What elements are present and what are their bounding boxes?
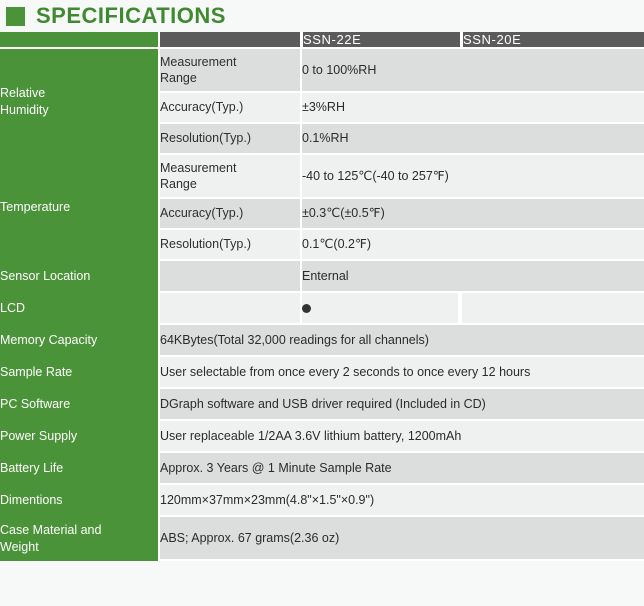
sublabel-line-2: Range xyxy=(160,177,197,191)
row-sublabel-sensor-location xyxy=(158,261,300,293)
row-value-power-supply: User replaceable 1/2AA 3.6V lithium batt… xyxy=(158,421,644,453)
row-label-line-2: Humidity xyxy=(0,102,49,117)
row-sublabel-rh-measurement-range: Measurement Range xyxy=(158,49,300,93)
header-model-ssn-22e: SSN-22E xyxy=(300,32,460,49)
green-square-icon xyxy=(6,6,25,26)
row-label-power-supply: Power Supply xyxy=(0,421,158,453)
sublabel-line-1: Measurement xyxy=(160,54,237,69)
row-label-lcd: LCD xyxy=(0,293,158,325)
row-value-case-material-and-weight: ABS; Approx. 67 grams(2.36 oz) xyxy=(158,517,644,561)
row-value-memory-capacity: 64KBytes(Total 32,000 readings for all c… xyxy=(158,325,644,357)
page-title: SPECIFICATIONS xyxy=(36,3,226,28)
table-row: PC Software DGraph software and USB driv… xyxy=(0,389,644,421)
row-value-sensor-location: Enternal xyxy=(300,261,644,293)
row-label-temperature: Temperature xyxy=(0,155,158,261)
row-value-dimentions: 120mm×37mm×23mm(4.8"×1.5"×0.9") xyxy=(158,485,644,517)
row-value-battery-life: Approx. 3 Years @ 1 Minute Sample Rate xyxy=(158,453,644,485)
row-value-temp-accuracy: ±0.3℃(±0.5℉) xyxy=(300,199,644,230)
sublabel-line-2: Range xyxy=(160,71,197,85)
row-label-sensor-location: Sensor Location xyxy=(0,261,158,293)
table-row: Dimentions 120mm×37mm×23mm(4.8"×1.5"×0.9… xyxy=(0,485,644,517)
table-row: Battery Life Approx. 3 Years @ 1 Minute … xyxy=(0,453,644,485)
row-label-memory-capacity: Memory Capacity xyxy=(0,325,158,357)
row-label-line-1: Relative xyxy=(0,86,46,100)
row-value-rh-measurement-range: 0 to 100%RH xyxy=(300,49,644,93)
table-row: Sample Rate User selectable from once ev… xyxy=(0,357,644,389)
row-value-sample-rate: User selectable from once every 2 second… xyxy=(158,357,644,389)
table-row: Relative Humidity Measurement Range 0 to… xyxy=(0,49,644,155)
row-label-line-2: Weight xyxy=(0,539,39,554)
sublabel-line-1: Measurement xyxy=(160,160,237,175)
row-sublabel-lcd xyxy=(158,293,300,325)
row-label-relative-humidity: Relative Humidity xyxy=(0,49,158,155)
page-title-bar: SPECIFICATIONS xyxy=(0,0,644,32)
row-label-battery-life: Battery Life xyxy=(0,453,158,485)
table-row: LCD xyxy=(0,293,644,325)
filled-dot-icon xyxy=(302,304,311,314)
row-value-rh-accuracy: ±3%RH xyxy=(300,93,644,124)
row-value-rh-resolution: 0.1%RH xyxy=(300,124,644,155)
row-label-pc-software: PC Software xyxy=(0,389,158,421)
table-row: Sensor Location Enternal xyxy=(0,261,644,293)
row-value-pc-software: DGraph software and USB driver required … xyxy=(158,389,644,421)
table-row: Temperature Measurement Range -40 to 125… xyxy=(0,155,644,261)
row-value-temp-measurement-range: -40 to 125℃(-40 to 257℉) xyxy=(300,155,644,199)
row-sublabel-temp-resolution: Resolution(Typ.) xyxy=(158,230,300,261)
row-label-sample-rate: Sample Rate xyxy=(0,357,158,389)
row-value-lcd-ssn-22e xyxy=(300,293,460,325)
row-label-dimentions: Dimentions xyxy=(0,485,158,517)
row-sublabel-temp-accuracy: Accuracy(Typ.) xyxy=(158,199,300,230)
table-row: Case Material and Weight ABS; Approx. 67… xyxy=(0,517,644,561)
row-sublabel-rh-accuracy: Accuracy(Typ.) xyxy=(158,93,300,124)
row-value-temp-resolution: 0.1℃(0.2℉) xyxy=(300,230,644,261)
table-row: Power Supply User replaceable 1/2AA 3.6V… xyxy=(0,421,644,453)
row-sublabel-rh-resolution: Resolution(Typ.) xyxy=(158,124,300,155)
row-value-lcd-ssn-20e xyxy=(460,293,644,325)
specifications-table: SSN-22E SSN-20E Relative Humidity Measur… xyxy=(0,32,644,561)
table-header-row: SSN-22E SSN-20E xyxy=(0,32,644,49)
header-blank-sub xyxy=(158,32,300,49)
header-blank-label xyxy=(0,32,158,49)
row-sublabel-temp-measurement-range: Measurement Range xyxy=(158,155,300,199)
header-model-ssn-20e: SSN-20E xyxy=(460,32,644,49)
row-label-case-material-and-weight: Case Material and Weight xyxy=(0,517,158,561)
table-row: Memory Capacity 64KBytes(Total 32,000 re… xyxy=(0,325,644,357)
row-label-line-1: Case Material and xyxy=(0,522,102,537)
